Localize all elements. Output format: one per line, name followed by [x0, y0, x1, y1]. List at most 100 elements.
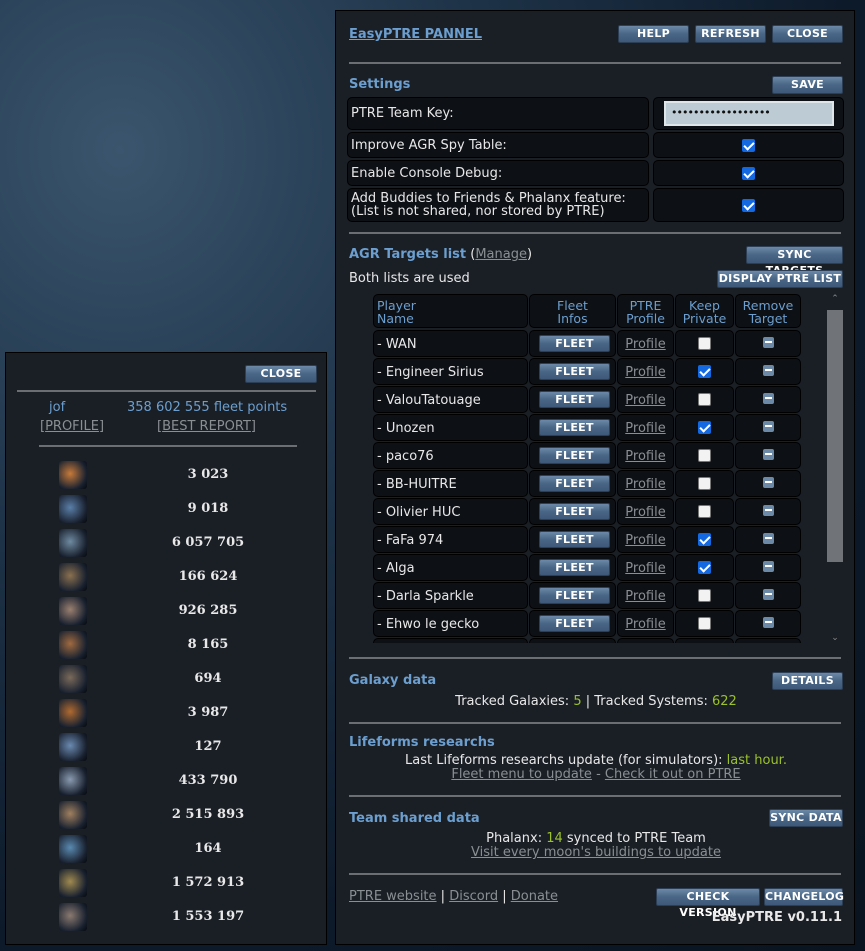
scrollbar[interactable]: ⌃ ⌄ [826, 294, 844, 643]
sync-data-button[interactable]: SYNC DATA [769, 809, 843, 827]
fleet-button[interactable]: FLEET [539, 559, 610, 576]
check-ptre-link[interactable]: Check it out on PTRE [605, 767, 741, 782]
buddies-note: (List is not shared, nor stored by PTRE) [351, 204, 605, 219]
remove-target-icon[interactable] [762, 533, 774, 544]
profile-link[interactable]: Profile [625, 421, 665, 436]
column-header-fleet-infos: Fleet Infos [529, 294, 616, 328]
profile-link[interactable]: Profile [625, 449, 665, 464]
profile-link[interactable]: Profile [625, 337, 665, 352]
ship-count: 127 [194, 739, 222, 754]
fleet-button[interactable]: FLEET [539, 503, 610, 520]
improve-agr-checkbox[interactable] [742, 139, 755, 152]
ship-row: 3 987 [6, 699, 328, 727]
profile-link[interactable]: Profile [625, 505, 665, 520]
keep-private-checkbox[interactable] [698, 477, 711, 490]
fleet-button[interactable]: FLEET [539, 615, 610, 632]
ship-icon [59, 461, 87, 489]
close-button[interactable]: CLOSE [245, 365, 317, 383]
profile-link[interactable]: Profile [625, 561, 665, 576]
console-debug-checkbox[interactable] [742, 167, 755, 180]
fleet-button[interactable]: FLEET [539, 447, 610, 464]
scrollbar-thumb[interactable] [827, 310, 843, 562]
remove-target-icon[interactable] [762, 337, 774, 348]
fleet-button[interactable]: FLEET [539, 335, 610, 352]
refresh-button[interactable]: REFRESH [695, 25, 766, 43]
donate-link[interactable]: Donate [511, 889, 558, 904]
ptre-website-link[interactable]: PTRE website [349, 889, 437, 904]
keep-private-checkbox[interactable] [698, 393, 711, 406]
galaxy-stats: Tracked Galaxies: 5 | Tracked Systems: 6… [455, 694, 737, 709]
fleet-points: 358 602 555 fleet points [127, 400, 288, 415]
help-button[interactable]: HELP [618, 25, 689, 43]
display-ptre-list-button[interactable]: DISPLAY PTRE LIST [717, 270, 843, 288]
ship-icon [59, 699, 87, 727]
keep-private-checkbox[interactable] [698, 365, 711, 378]
fleet-button[interactable]: FLEET [539, 391, 610, 408]
ship-icon [59, 869, 87, 897]
best-report-link[interactable]: BEST REPORT [162, 419, 251, 434]
table-row: - FaFa 974 FLEET Profile [373, 526, 803, 553]
remove-target-icon[interactable] [762, 505, 774, 516]
profile-link[interactable]: Profile [625, 393, 665, 408]
ship-row: 9 018 [6, 495, 328, 523]
panel-title[interactable]: EasyPTRE PANNEL [349, 27, 482, 42]
remove-target-icon[interactable] [762, 589, 774, 600]
remove-target-icon[interactable] [762, 561, 774, 572]
profile-link[interactable]: Profile [625, 617, 665, 632]
keep-private-checkbox[interactable] [698, 589, 711, 602]
keep-private-checkbox[interactable] [698, 337, 711, 350]
fleet-button[interactable]: FLEET [539, 587, 610, 604]
profile-link[interactable]: Profile [625, 533, 665, 548]
target-name: - Alga [377, 561, 415, 576]
profile-link[interactable]: PROFILE [45, 419, 99, 434]
discord-link[interactable]: Discord [449, 889, 498, 904]
save-button[interactable]: SAVE [772, 76, 843, 94]
fleet-button[interactable]: FLEET [539, 531, 610, 548]
check-version-button[interactable]: CHECK VERSION [656, 888, 760, 919]
fleet-button[interactable]: FLEET [539, 419, 610, 436]
changelog-button[interactable]: CHANGELOG [764, 888, 844, 906]
team-key-cell: •••••••••••••••••• [653, 97, 844, 130]
scroll-down-icon[interactable]: ⌄ [826, 633, 844, 643]
team-key-input[interactable]: •••••••••••••••••• [664, 101, 834, 126]
buddies-checkbox[interactable] [742, 199, 755, 212]
keep-private-checkbox[interactable] [698, 505, 711, 518]
ship-count: 1 553 197 [171, 909, 245, 924]
ship-count: 166 624 [178, 569, 238, 584]
team-status: Phalanx: 14 synced to PTRE Team Visit ev… [471, 831, 721, 860]
scroll-up-icon[interactable]: ⌃ [826, 294, 844, 310]
fleet-menu-link[interactable]: Fleet menu to update [451, 767, 592, 782]
keep-private-checkbox[interactable] [698, 617, 711, 630]
console-debug-label: Enable Console Debug: [351, 166, 503, 181]
remove-target-icon[interactable] [762, 421, 774, 432]
lists-status: Both lists are used [349, 271, 470, 286]
keep-private-checkbox[interactable] [698, 449, 711, 462]
keep-private-checkbox[interactable] [698, 533, 711, 546]
ship-count: 9 018 [187, 501, 229, 516]
visit-moons-link[interactable]: Visit every moon's buildings to update [471, 845, 721, 860]
ship-icon [59, 665, 87, 693]
fleet-button[interactable]: FLEET [539, 475, 610, 492]
target-name: - Engineer Sirius [377, 365, 484, 380]
remove-target-icon[interactable] [762, 449, 774, 460]
details-button[interactable]: DETAILS [772, 672, 843, 690]
close-button[interactable]: CLOSE [772, 25, 843, 43]
easyptre-panel: EasyPTRE PANNEL HELP REFRESH CLOSE Setti… [335, 10, 855, 945]
remove-target-icon[interactable] [762, 477, 774, 488]
remove-target-icon[interactable] [762, 393, 774, 404]
keep-private-checkbox[interactable] [698, 561, 711, 574]
ship-count: 694 [194, 671, 222, 686]
sync-targets-button[interactable]: SYNC TARGETS [746, 246, 843, 277]
fleet-button[interactable]: FLEET [539, 363, 610, 380]
ship-row: 127 [6, 733, 328, 761]
profile-link[interactable]: Profile [625, 589, 665, 604]
table-row: - WAN FLEET Profile [373, 330, 803, 357]
remove-target-icon[interactable] [762, 617, 774, 628]
ship-count: 3 023 [187, 467, 229, 482]
keep-private-checkbox[interactable] [698, 421, 711, 434]
column-header-player-name: Player Name [373, 294, 528, 328]
manage-link[interactable]: Manage [475, 247, 527, 262]
remove-target-icon[interactable] [762, 365, 774, 376]
profile-link[interactable]: Profile [625, 365, 665, 380]
profile-link[interactable]: Profile [625, 477, 665, 492]
